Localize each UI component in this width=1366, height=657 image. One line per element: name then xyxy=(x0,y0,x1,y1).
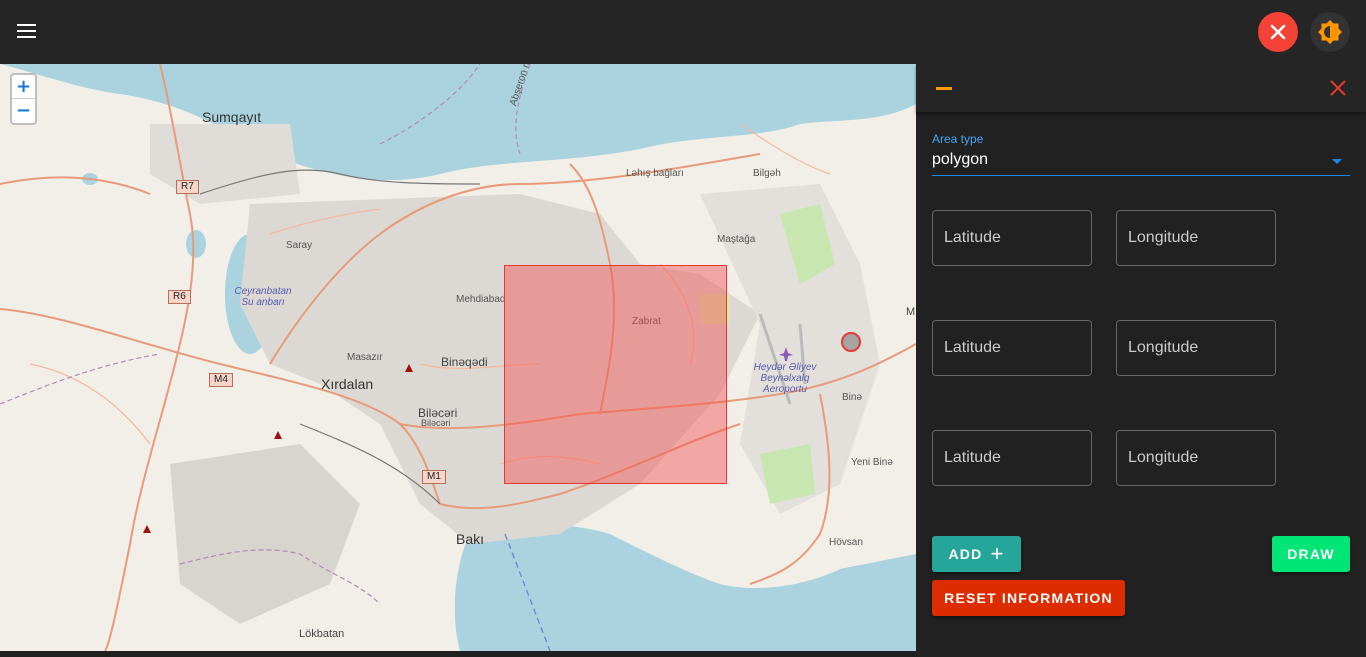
add-button-label: ADD xyxy=(948,546,983,562)
map-label-lokbatan: Lökbatan xyxy=(299,628,345,640)
chevron-down-icon xyxy=(1332,159,1342,164)
minimize-icon[interactable] xyxy=(936,87,952,90)
map-label-masazir: Masazır xyxy=(347,352,383,363)
road-shield-r7: R7 xyxy=(176,180,199,194)
close-icon xyxy=(1270,24,1286,40)
zoom-control: + − xyxy=(10,73,37,125)
zoom-in-button[interactable]: + xyxy=(12,75,35,99)
brightness-icon xyxy=(1318,20,1342,44)
map-label-sumqayit: Sumqayıt xyxy=(202,109,262,125)
map-label-ceyranbatan: Ceyranbatan Su anbarı xyxy=(234,286,292,308)
hamburger-icon[interactable] xyxy=(17,24,39,40)
longitude-input-1[interactable]: Longitude xyxy=(1116,210,1276,266)
area-type-value: polygon xyxy=(932,151,989,168)
map-label-bina: Binə xyxy=(842,392,863,403)
close-icon xyxy=(1330,80,1346,96)
map-bottom-strip xyxy=(0,651,916,657)
latitude-input-2[interactable]: Latitude xyxy=(932,320,1092,376)
longitude-input-3[interactable]: Longitude xyxy=(1116,430,1276,486)
plus-icon: + xyxy=(990,541,1005,566)
map-label-lahic: Ləhış bağları xyxy=(626,168,684,179)
map-label-mastaga: Maştağa xyxy=(717,234,756,245)
map-label-baki: Bakı xyxy=(456,531,485,547)
area-panel: Area type polygon Latitude Longitude Lat… xyxy=(916,64,1366,657)
map-label-saray: Saray xyxy=(286,240,313,251)
area-type-label: Area type xyxy=(932,132,984,146)
latitude-input-1[interactable]: Latitude xyxy=(932,210,1092,266)
draw-button[interactable]: DRAW xyxy=(1272,536,1350,572)
reset-information-button[interactable]: RESET INFORMATION xyxy=(932,580,1125,616)
map-label-xirdalan: Xırdalan xyxy=(321,376,374,392)
location-marker[interactable] xyxy=(841,332,861,352)
map-label-binaqadi: Binəqədi xyxy=(441,355,488,369)
theme-toggle-button[interactable] xyxy=(1310,12,1350,52)
map-label-hovsan: Hövsan xyxy=(829,537,863,548)
map-label-yeni-bina: Yeni Binə xyxy=(851,457,893,468)
map-label-mehdiabad: Mehdiabad xyxy=(456,294,506,305)
map-label-edge: M xyxy=(906,306,916,318)
close-app-button[interactable] xyxy=(1258,12,1298,52)
panel-header xyxy=(916,64,1366,112)
add-point-button[interactable]: ADD + xyxy=(932,536,1021,572)
road-shield-m1: M1 xyxy=(422,470,446,484)
drawn-polygon-area[interactable] xyxy=(504,265,727,484)
road-shield-m4: M4 xyxy=(209,373,233,387)
map-label-bilacari-station: Biləcəri xyxy=(421,418,451,428)
zoom-out-button[interactable]: − xyxy=(12,99,35,123)
road-shield-r6: R6 xyxy=(168,290,191,304)
latitude-input-3[interactable]: Latitude xyxy=(932,430,1092,486)
panel-close-button[interactable] xyxy=(1328,78,1348,98)
area-type-select[interactable]: polygon xyxy=(932,148,1350,176)
map-label-airport: Heydər Əliyev Beynəlxalq Aeroportu xyxy=(753,362,817,395)
top-app-bar xyxy=(0,0,1366,64)
longitude-input-2[interactable]: Longitude xyxy=(1116,320,1276,376)
map-view[interactable]: Sumqayıt Abşeron rayonu Ləhış bağları Bi… xyxy=(0,64,916,651)
map-label-bilgah: Bilgəh xyxy=(753,168,781,179)
